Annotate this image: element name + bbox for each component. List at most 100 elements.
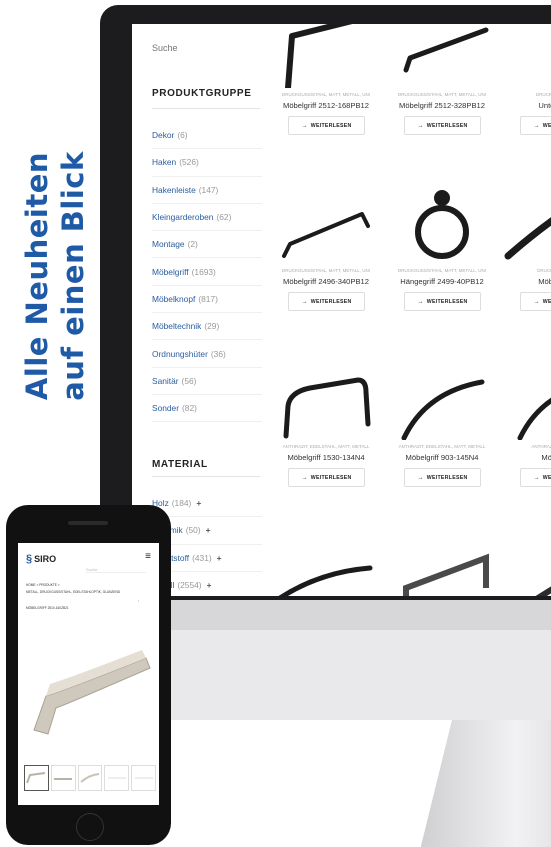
filter-item-label: Montage [152,239,185,250]
product-name[interactable]: Möbelgriff 2512-328PB12 [386,101,498,110]
weiterlesen-button[interactable]: →WEITERLESEN [288,468,365,487]
product-card[interactable]: DRUCKGUSS/STAHL, MATT, METALL, UNI Hängeg… [386,182,498,357]
thumbnail[interactable] [77,765,103,791]
filter-item[interactable]: Möbelgriff (1693) [152,258,262,286]
produktgruppe-heading: PRODUKTGRUPPE [152,88,252,99]
product-name[interactable]: Möbelgriff [502,453,551,462]
product-image[interactable] [502,186,551,264]
filter-item[interactable]: Montage (2) [152,231,262,259]
filter-item[interactable]: Holz (184) + [152,490,262,518]
product-card[interactable] [270,534,382,596]
headline-line-2: auf einen Blick [56,151,90,401]
weiterlesen-button[interactable]: →WEITERLESEN [404,116,481,135]
thumbnail[interactable] [24,765,49,791]
expand-plus-icon[interactable]: + [217,553,222,563]
product-card[interactable]: ANTHRAZIT, EDELSTAHL Möbelgriff →WEITERLES… [502,358,551,533]
headline-line-1: Alle Neuheiten [20,151,54,401]
product-image[interactable] [502,24,551,88]
product-name[interactable]: Hängegriff 2499-40PB12 [386,277,498,286]
filter-item-count: (147) [198,184,219,195]
product-card[interactable]: DRUCKGUSS/STAHL, MATT, METALL, UNI Möbelg… [270,24,382,181]
filter-item-count: (431) [192,552,212,563]
weiterlesen-button[interactable]: →WEITERLESEN [404,468,481,487]
product-card[interactable] [386,534,498,596]
phone-search-input[interactable]: Suche [86,567,146,573]
siro-logo[interactable]: § SIRO [26,553,56,565]
search-input[interactable] [150,42,254,54]
product-image[interactable] [270,362,382,440]
filter-item-count: (56) [181,375,197,386]
hamburger-menu-icon[interactable]: ≡ [145,551,151,562]
product-image[interactable] [270,24,382,91]
product-image[interactable] [502,362,551,441]
product-grid: DRUCKGUSS/STAHL, MATT, METALL, UNI Möbelg… [270,24,551,596]
product-attributes: DRUCKGUSS/STAHL, MATT, METALL, UNI [397,268,486,273]
arrow-right-icon: → [417,122,424,129]
filter-item-count: (817) [198,293,218,304]
weiterlesen-label: WEITERLESEN [542,298,551,305]
weiterlesen-label: WEITERLESEN [542,122,551,129]
thumbnail[interactable] [131,765,156,791]
weiterlesen-button[interactable]: →WEITERLESEN [288,116,365,135]
filter-item[interactable]: Ordnungshüter (36) [152,340,262,368]
product-card[interactable]: DRUCKGUSS/STAH Möbelgriff 2 →WEITERLESEN [502,182,551,357]
weiterlesen-button[interactable]: →WEITERLESEN [520,292,551,311]
filter-item-label: Dekor [152,130,175,141]
filter-item[interactable]: Möbeltechnik (29) [152,313,262,341]
filter-item[interactable]: Kleingarderoben (62) [152,204,262,232]
product-name[interactable]: Möbelgriff 1530-134N4 [270,453,382,462]
thumbnail-strip [24,765,156,791]
product-card[interactable]: DRUCKGUSS/STAHL, MATT, METALL, UNI Möbelg… [270,182,382,357]
thumbnail[interactable] [104,765,130,791]
product-image[interactable] [270,538,382,596]
weiterlesen-button[interactable]: →WEITERLESEN [288,292,365,311]
product-card[interactable]: DRUCKGUSS/STAHL Unterlage 2 →WEITERLESEN [502,24,551,181]
expand-plus-icon[interactable]: + [206,525,211,535]
phone-screen: § SIRO ≡ Suche HOME > PRODUKTE > METALL,… [18,543,159,805]
filter-item-count: (6) [177,130,188,141]
product-card[interactable] [502,534,551,596]
thumbnail[interactable] [50,765,76,791]
siro-logo-mark-icon: § [26,553,33,565]
breadcrumb[interactable]: HOME > PRODUKTE > [26,583,60,587]
product-image[interactable] [270,186,382,264]
weiterlesen-button[interactable]: →WEITERLESEN [520,468,551,487]
product-image[interactable] [386,538,498,596]
smartphone: § SIRO ≡ Suche HOME > PRODUKTE > METALL,… [6,505,171,845]
product-attributes: DRUCKGUSS/STAHL [535,92,551,97]
filter-item[interactable]: Dekor (6) [152,122,262,150]
product-image[interactable] [502,538,551,596]
product-name[interactable]: Unterlage 2 [502,101,551,110]
product-name[interactable]: Möbelgriff 2512-168PB12 [270,101,382,110]
product-image[interactable] [386,362,498,441]
phone-home-button[interactable] [76,813,104,841]
filter-item[interactable]: Sonder (82) [152,395,262,423]
filter-item-label: Sonder [152,403,180,414]
monitor-chin [170,630,551,720]
filter-item-count: (2554) [177,580,202,591]
product-name[interactable]: Möbelgriff 2 [502,277,551,286]
expand-plus-icon[interactable]: + [196,498,201,508]
arrow-right-icon: → [417,298,424,305]
filter-item[interactable]: Möbelknopf (817) [152,286,262,314]
product-card[interactable]: ANTHRAZIT, EDELSTAHL, MATT, METALL Möbelg… [270,358,382,533]
filter-item-label: Möbeltechnik [152,321,202,332]
filter-item-count: (62) [216,212,232,223]
product-attributes: DRUCKGUSS/STAH [537,268,551,273]
product-card[interactable]: DRUCKGUSS/STAHL, MATT, METALL, UNI Möbelg… [386,24,498,181]
product-name[interactable]: Möbelgriff 903-145N4 [386,453,498,462]
breadcrumb-category[interactable]: METALL, DRUCKGUSS/STAHL, EDELSTAHLOPTIK,… [26,590,120,594]
headline: Alle Neuheiten auf einen Blick [19,36,91,516]
weiterlesen-button[interactable]: →WEITERLESEN [520,116,551,135]
breadcrumb-chevron-icon[interactable]: › [138,598,139,603]
filter-item[interactable]: Haken (526) [152,149,262,177]
weiterlesen-button[interactable]: →WEITERLESEN [404,292,481,311]
product-card[interactable]: ANTHRAZIT, EDELSTAHL, MATT, METALL Möbelg… [386,358,498,533]
product-image[interactable] [386,24,498,88]
filter-item[interactable]: Sanitär (56) [152,368,262,395]
product-name[interactable]: Möbelgriff 2496-340PB12 [270,277,382,286]
filter-item[interactable]: Hakenleiste (147) [152,177,262,204]
arrow-right-icon: → [301,298,308,305]
product-image[interactable] [386,186,498,264]
expand-plus-icon[interactable]: + [207,580,212,590]
